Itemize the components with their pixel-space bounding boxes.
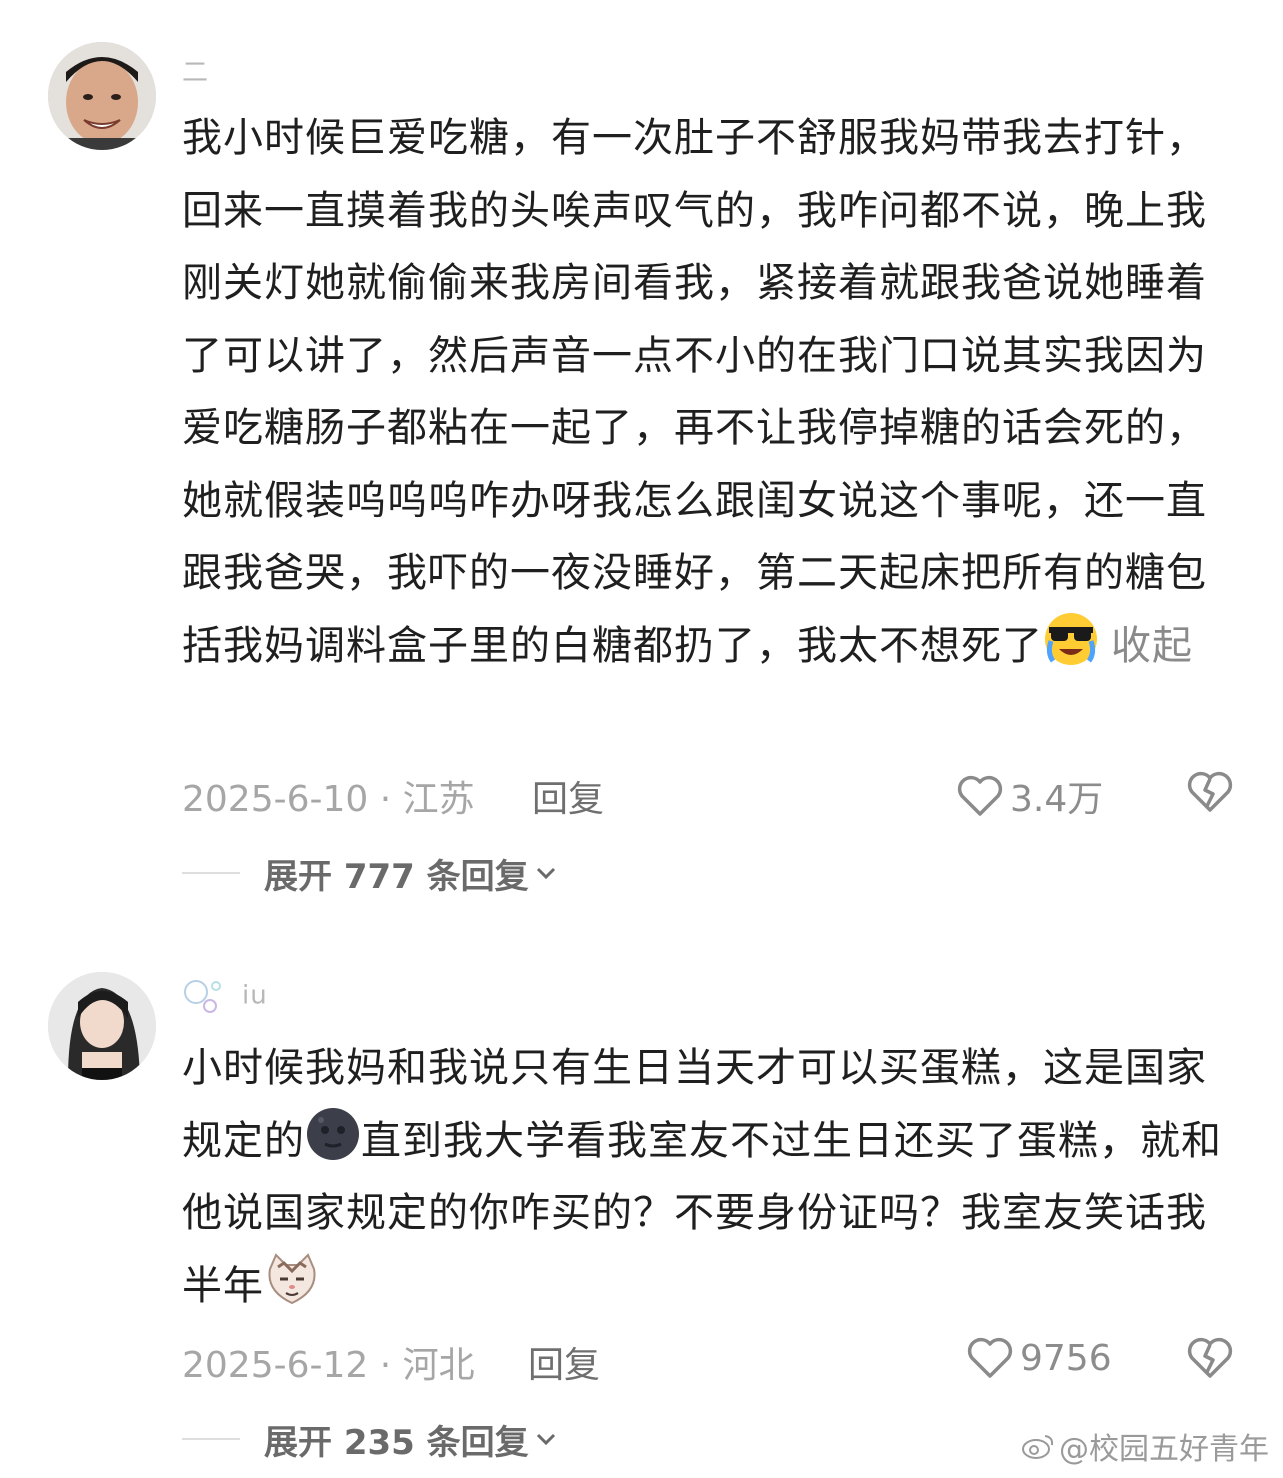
reply-button[interactable]: 回复 xyxy=(528,1336,600,1388)
expand-replies[interactable]: 展开 235 条回复 xyxy=(182,1414,557,1464)
heart-outline-icon xyxy=(957,775,1003,816)
watermark-text: @校园五好青年 xyxy=(1059,1432,1269,1467)
avatar-image xyxy=(48,42,156,150)
broken-heart-icon[interactable] xyxy=(1186,770,1234,814)
expand-replies-label[interactable]: 展开 777 条回复 xyxy=(264,849,529,898)
watermark: @校园五好青年 xyxy=(1021,1424,1269,1468)
divider-line xyxy=(182,872,240,874)
weibo-logo-icon xyxy=(1022,1435,1054,1459)
username[interactable]: 二 xyxy=(182,52,209,89)
chevron-down-icon xyxy=(536,867,555,880)
smug-cat-emoji xyxy=(268,1252,316,1304)
like-button[interactable]: 9756 xyxy=(966,1336,1112,1380)
comment-text: 我小时候巨爱吃糖，有一次肚子不舒服我妈带我去打针，回来一直摸着我的头唉声叹气的，… xyxy=(182,102,1222,682)
like-button[interactable]: 3.4万 xyxy=(956,770,1103,822)
avatar-image xyxy=(48,972,156,1080)
date-location: 2025-6-12 · 河北 xyxy=(182,1345,475,1386)
divider-line xyxy=(182,1438,240,1440)
avatar[interactable] xyxy=(48,972,156,1080)
username[interactable]: iu xyxy=(182,978,268,1014)
like-count: 9756 xyxy=(1020,1337,1112,1379)
collapse-button[interactable]: 收起 xyxy=(1111,623,1193,669)
new-moon-face-emoji xyxy=(307,1107,359,1160)
date-location: 2025-6-10 · 江苏 xyxy=(182,779,475,820)
expand-replies[interactable]: 展开 777 条回复 xyxy=(182,848,557,898)
comment-meta: 2025-6-10 · 江苏 回复 3.4万 xyxy=(182,770,1242,820)
crying-sunglasses-emoji xyxy=(1045,612,1097,665)
avatar[interactable] xyxy=(48,42,156,150)
expand-replies-label[interactable]: 展开 235 条回复 xyxy=(264,1415,529,1464)
bubble-icon xyxy=(184,980,221,1013)
username-text: iu xyxy=(242,980,268,1011)
chevron-down-icon xyxy=(536,1433,555,1446)
heart-outline-icon xyxy=(967,1337,1013,1378)
like-count: 3.4万 xyxy=(1010,779,1104,820)
broken-heart-icon[interactable] xyxy=(1186,1336,1234,1380)
comment-meta: 2025-6-12 · 河北 回复 9756 xyxy=(182,1336,1242,1386)
comment-text-content: 我小时候巨爱吃糖，有一次肚子不舒服我妈带我去打针，回来一直摸着我的头唉声叹气的，… xyxy=(182,115,1207,669)
reply-button[interactable]: 回复 xyxy=(532,770,604,822)
comment-text: 小时候我妈和我说只有生日当天才可以买蛋糕，这是国家规定的 直到我大学看我室友不过… xyxy=(182,1032,1222,1322)
